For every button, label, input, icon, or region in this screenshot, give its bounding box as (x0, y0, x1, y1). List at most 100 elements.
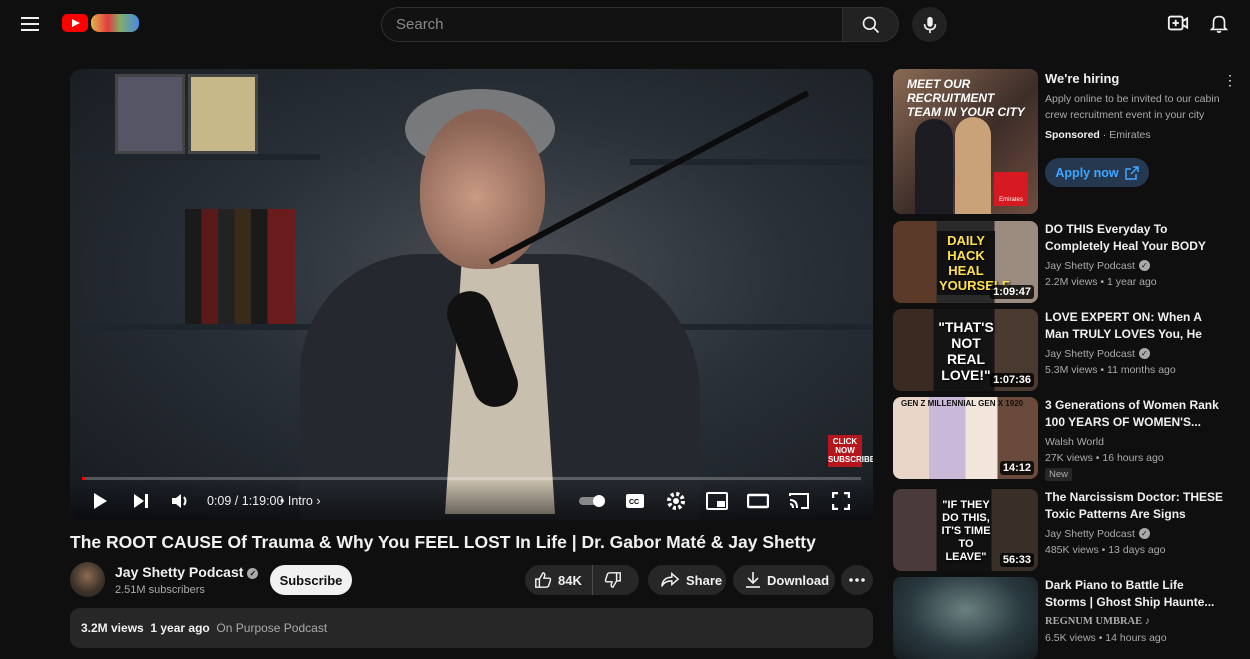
channel-name-text: Jay Shetty Podcast (115, 564, 244, 580)
theater-mode-icon[interactable] (747, 490, 769, 512)
thumbnail-caption: DAILY HACK HEAL YOURSELF (937, 231, 1010, 295)
emirates-logo: Emirates (994, 172, 1028, 206)
youtube-logo[interactable] (62, 12, 139, 34)
channel-label: REGNUM UMBRAE ♪ (1045, 616, 1150, 627)
cast-icon[interactable] (788, 490, 810, 512)
ad-title: We're hiring (1045, 71, 1120, 86)
recommendation-title: 3 Generations of Women Rank 100 YEARS OF… (1045, 398, 1219, 429)
thumbnail-caption: "THAT'S NOT REAL LOVE!" (938, 319, 994, 383)
advertiser-name: Emirates (1109, 129, 1151, 141)
channel-name[interactable]: Jay Shetty Podcast ✓ (115, 564, 259, 580)
chapter-title: Intro (287, 494, 313, 508)
age-label: 16 hours ago (1102, 452, 1164, 464)
description-box[interactable]: 3.2M views 1 year ago On Purpose Podcast (70, 608, 873, 648)
bell-icon[interactable] (1208, 12, 1232, 36)
duration-badge: 1:09:47 (990, 285, 1034, 299)
channel-label: Jay Shetty Podcast (1045, 348, 1135, 360)
duration-badge: 1:07:36 (990, 373, 1034, 387)
voice-search-button[interactable] (912, 7, 947, 42)
ad-sponsor-line: Sponsored · Emirates (1045, 129, 1151, 141)
like-dislike-group: 84K (525, 565, 639, 595)
subscribe-watermark[interactable]: CLICK NOW SUBSCRIBE (828, 435, 873, 467)
share-button[interactable]: Share (648, 565, 726, 595)
next-icon[interactable] (130, 490, 152, 512)
recommendation-channel[interactable]: Jay Shetty Podcast ✓ (1045, 348, 1150, 360)
ad-thumbnail[interactable]: MEET OUR RECRUITMENT TEAM IN YOUR CITY E… (893, 69, 1038, 214)
video-player[interactable]: CLICK NOW SUBSCRIBE 0:09 / 1:19:00 • Int… (70, 69, 873, 520)
miniplayer-icon[interactable] (706, 490, 728, 512)
recommendation-channel[interactable]: Jay Shetty Podcast ✓ (1045, 528, 1150, 540)
recommendation-channel[interactable]: Jay Shetty Podcast ✓ (1045, 260, 1150, 272)
download-label: Download (767, 572, 830, 588)
more-vertical-icon[interactable]: ⋮ (1223, 72, 1237, 89)
thumbnail-caption: "IF THEY DO THIS, IT'S TIME TO LEAVE" (941, 499, 991, 563)
search-input[interactable] (381, 7, 843, 42)
recommendation-title: Dark Piano to Battle Life Storms | Ghost… (1045, 578, 1215, 609)
recommendation-item[interactable]: Dark Piano to Battle Life Storms | Ghost… (893, 577, 1233, 659)
recommendation-title: LOVE EXPERT ON: When A Man TRULY LOVES Y… (1045, 310, 1202, 341)
play-icon[interactable] (89, 490, 111, 512)
views-label: 27K views (1045, 452, 1093, 464)
recommendation-item[interactable]: "THAT'S NOT REAL LOVE!" 1:07:36 LOVE EXP… (893, 309, 1233, 391)
chapter-label[interactable]: • Intro › (280, 494, 321, 508)
recommendation-meta: 2.2M views • 1 year ago (1045, 276, 1157, 288)
ad-description: Apply online to be invited to our cabin … (1045, 93, 1220, 121)
volume-icon[interactable] (170, 490, 192, 512)
autoplay-toggle[interactable] (576, 490, 610, 512)
podcast-tag[interactable]: On Purpose Podcast (216, 621, 327, 635)
menu-icon[interactable] (21, 14, 41, 34)
like-button[interactable]: 84K (525, 565, 593, 595)
download-icon (746, 572, 760, 588)
like-count: 84K (558, 572, 582, 588)
recommendation-meta: 5.3M views • 11 months ago (1045, 364, 1176, 376)
verified-icon: ✓ (1138, 528, 1150, 539)
external-link-icon (1124, 165, 1139, 180)
dislike-button[interactable] (593, 565, 639, 595)
channel-avatar[interactable] (70, 562, 105, 597)
verified-icon: ✓ (247, 568, 259, 579)
video-thumbnail[interactable]: DAILY HACK HEAL YOURSELF 1:09:47 (893, 221, 1038, 303)
recommendation-item[interactable]: GEN Z MILLENNIAL GEN X 1920 14:12 3 Gene… (893, 397, 1233, 481)
views-label: 485K views (1045, 544, 1099, 556)
thumbnail-caption: GEN Z MILLENNIAL GEN X 1920 (901, 399, 1024, 408)
download-button[interactable]: Download (733, 565, 835, 595)
recommendation-item[interactable]: DAILY HACK HEAL YOURSELF 1:09:47 DO THIS… (893, 221, 1233, 303)
share-icon (661, 572, 680, 587)
captions-icon[interactable]: CC (624, 490, 646, 512)
verified-icon: ✓ (1138, 348, 1150, 359)
thumbs-up-icon (535, 572, 552, 588)
apply-now-label: Apply now (1055, 165, 1119, 180)
duration-badge: 14:12 (999, 461, 1034, 475)
recommendation-channel[interactable]: REGNUM UMBRAE ♪ (1045, 616, 1150, 627)
fullscreen-icon[interactable] (830, 490, 852, 512)
search-icon (862, 16, 879, 33)
upload-age: 1 year ago (150, 621, 210, 635)
subscribe-button[interactable]: Subscribe (270, 565, 352, 595)
video-frame (70, 69, 873, 520)
create-icon[interactable] (1167, 12, 1191, 36)
video-thumbnail[interactable]: "THAT'S NOT REAL LOVE!" 1:07:36 (893, 309, 1038, 391)
channel-label: Jay Shetty Podcast (1045, 260, 1135, 272)
search-button[interactable] (843, 7, 899, 42)
player-controls: 0:09 / 1:19:00 • Intro › CC (70, 480, 873, 520)
apply-now-button[interactable]: Apply now (1045, 158, 1149, 187)
ad-card[interactable]: MEET OUR RECRUITMENT TEAM IN YOUR CITY E… (893, 69, 1237, 214)
views-label: 5.3M views (1045, 364, 1098, 376)
video-thumbnail[interactable]: GEN Z MILLENNIAL GEN X 1920 14:12 (893, 397, 1038, 479)
top-bar (0, 0, 1250, 50)
sponsored-label: Sponsored (1045, 129, 1100, 141)
channel-label: Walsh World (1045, 436, 1104, 448)
recommendation-title: DO THIS Everyday To Completely Heal Your… (1045, 222, 1206, 253)
views-label: 2.2M views (1045, 276, 1098, 288)
settings-icon[interactable] (665, 490, 687, 512)
more-actions-button[interactable] (841, 565, 873, 595)
video-thumbnail[interactable]: "IF THEY DO THIS, IT'S TIME TO LEAVE" 56… (893, 489, 1038, 571)
more-horizontal-icon (849, 578, 865, 582)
mic-icon (923, 16, 936, 33)
recommendation-item[interactable]: "IF THEY DO THIS, IT'S TIME TO LEAVE" 56… (893, 489, 1233, 571)
svg-text:CC: CC (629, 499, 639, 506)
recommendation-meta: 6.5K views • 14 hours ago (1045, 632, 1167, 644)
video-thumbnail[interactable] (893, 577, 1038, 659)
recommendation-channel[interactable]: Walsh World (1045, 436, 1104, 448)
subscriber-count: 2.51M subscribers (115, 584, 205, 596)
